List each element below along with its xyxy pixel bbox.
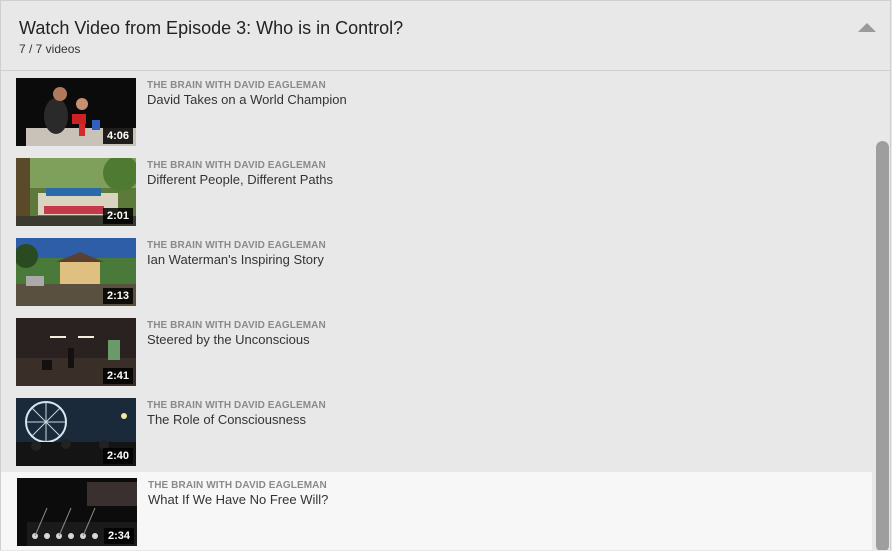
playlist-item[interactable]: 4:06 THE BRAIN WITH DAVID EAGLEMAN David…	[1, 72, 872, 152]
video-thumbnail[interactable]: 2:01	[16, 158, 136, 226]
playlist-panel: Watch Video from Episode 3: Who is in Co…	[0, 0, 891, 550]
series-label: THE BRAIN WITH DAVID EAGLEMAN	[147, 400, 326, 411]
playlist-item[interactable]: 2:41 THE BRAIN WITH DAVID EAGLEMAN Steer…	[1, 312, 872, 392]
video-title[interactable]: Ian Waterman's Inspiring Story	[147, 252, 324, 267]
video-title[interactable]: David Takes on a World Champion	[147, 92, 347, 107]
video-title[interactable]: The Role of Consciousness	[147, 412, 306, 427]
video-duration: 2:40	[102, 448, 133, 464]
playlist-item[interactable]: 2:40 THE BRAIN WITH DAVID EAGLEMAN The R…	[1, 392, 872, 472]
scrollbar-thumb[interactable]	[876, 141, 889, 550]
playlist-item[interactable]: 2:13 THE BRAIN WITH DAVID EAGLEMAN Ian W…	[1, 232, 872, 312]
playlist-header: Watch Video from Episode 3: Who is in Co…	[1, 1, 890, 71]
video-title[interactable]: Different People, Different Paths	[147, 172, 333, 187]
series-label: THE BRAIN WITH DAVID EAGLEMAN	[147, 240, 326, 251]
video-title[interactable]: What If We Have No Free Will?	[148, 492, 328, 507]
video-duration: 2:34	[103, 528, 134, 544]
video-thumbnail[interactable]: 2:13	[16, 238, 136, 306]
video-thumbnail[interactable]: 2:34	[17, 478, 137, 546]
series-label: THE BRAIN WITH DAVID EAGLEMAN	[147, 320, 326, 331]
series-label: THE BRAIN WITH DAVID EAGLEMAN	[147, 160, 326, 171]
playlist-title: Watch Video from Episode 3: Who is in Co…	[19, 18, 404, 38]
video-thumbnail[interactable]: 2:40	[16, 398, 136, 466]
video-thumbnail[interactable]: 2:41	[16, 318, 136, 386]
video-duration: 2:01	[102, 208, 133, 224]
video-duration: 4:06	[102, 128, 133, 144]
playlist-item[interactable]: 2:01 THE BRAIN WITH DAVID EAGLEMAN Diffe…	[1, 152, 872, 232]
playlist-list: 4:06 THE BRAIN WITH DAVID EAGLEMAN David…	[1, 72, 890, 550]
video-thumbnail[interactable]: 4:06	[16, 78, 136, 146]
video-count: 7 / 7 videos	[19, 42, 81, 56]
series-label: THE BRAIN WITH DAVID EAGLEMAN	[148, 480, 327, 491]
video-title[interactable]: Steered by the Unconscious	[147, 332, 310, 347]
playlist-item-active[interactable]: 2:34 THE BRAIN WITH DAVID EAGLEMAN What …	[1, 472, 872, 550]
video-duration: 2:41	[102, 368, 133, 384]
video-duration: 2:13	[102, 288, 133, 304]
chevron-up-icon[interactable]	[856, 19, 878, 35]
series-label: THE BRAIN WITH DAVID EAGLEMAN	[147, 80, 326, 91]
